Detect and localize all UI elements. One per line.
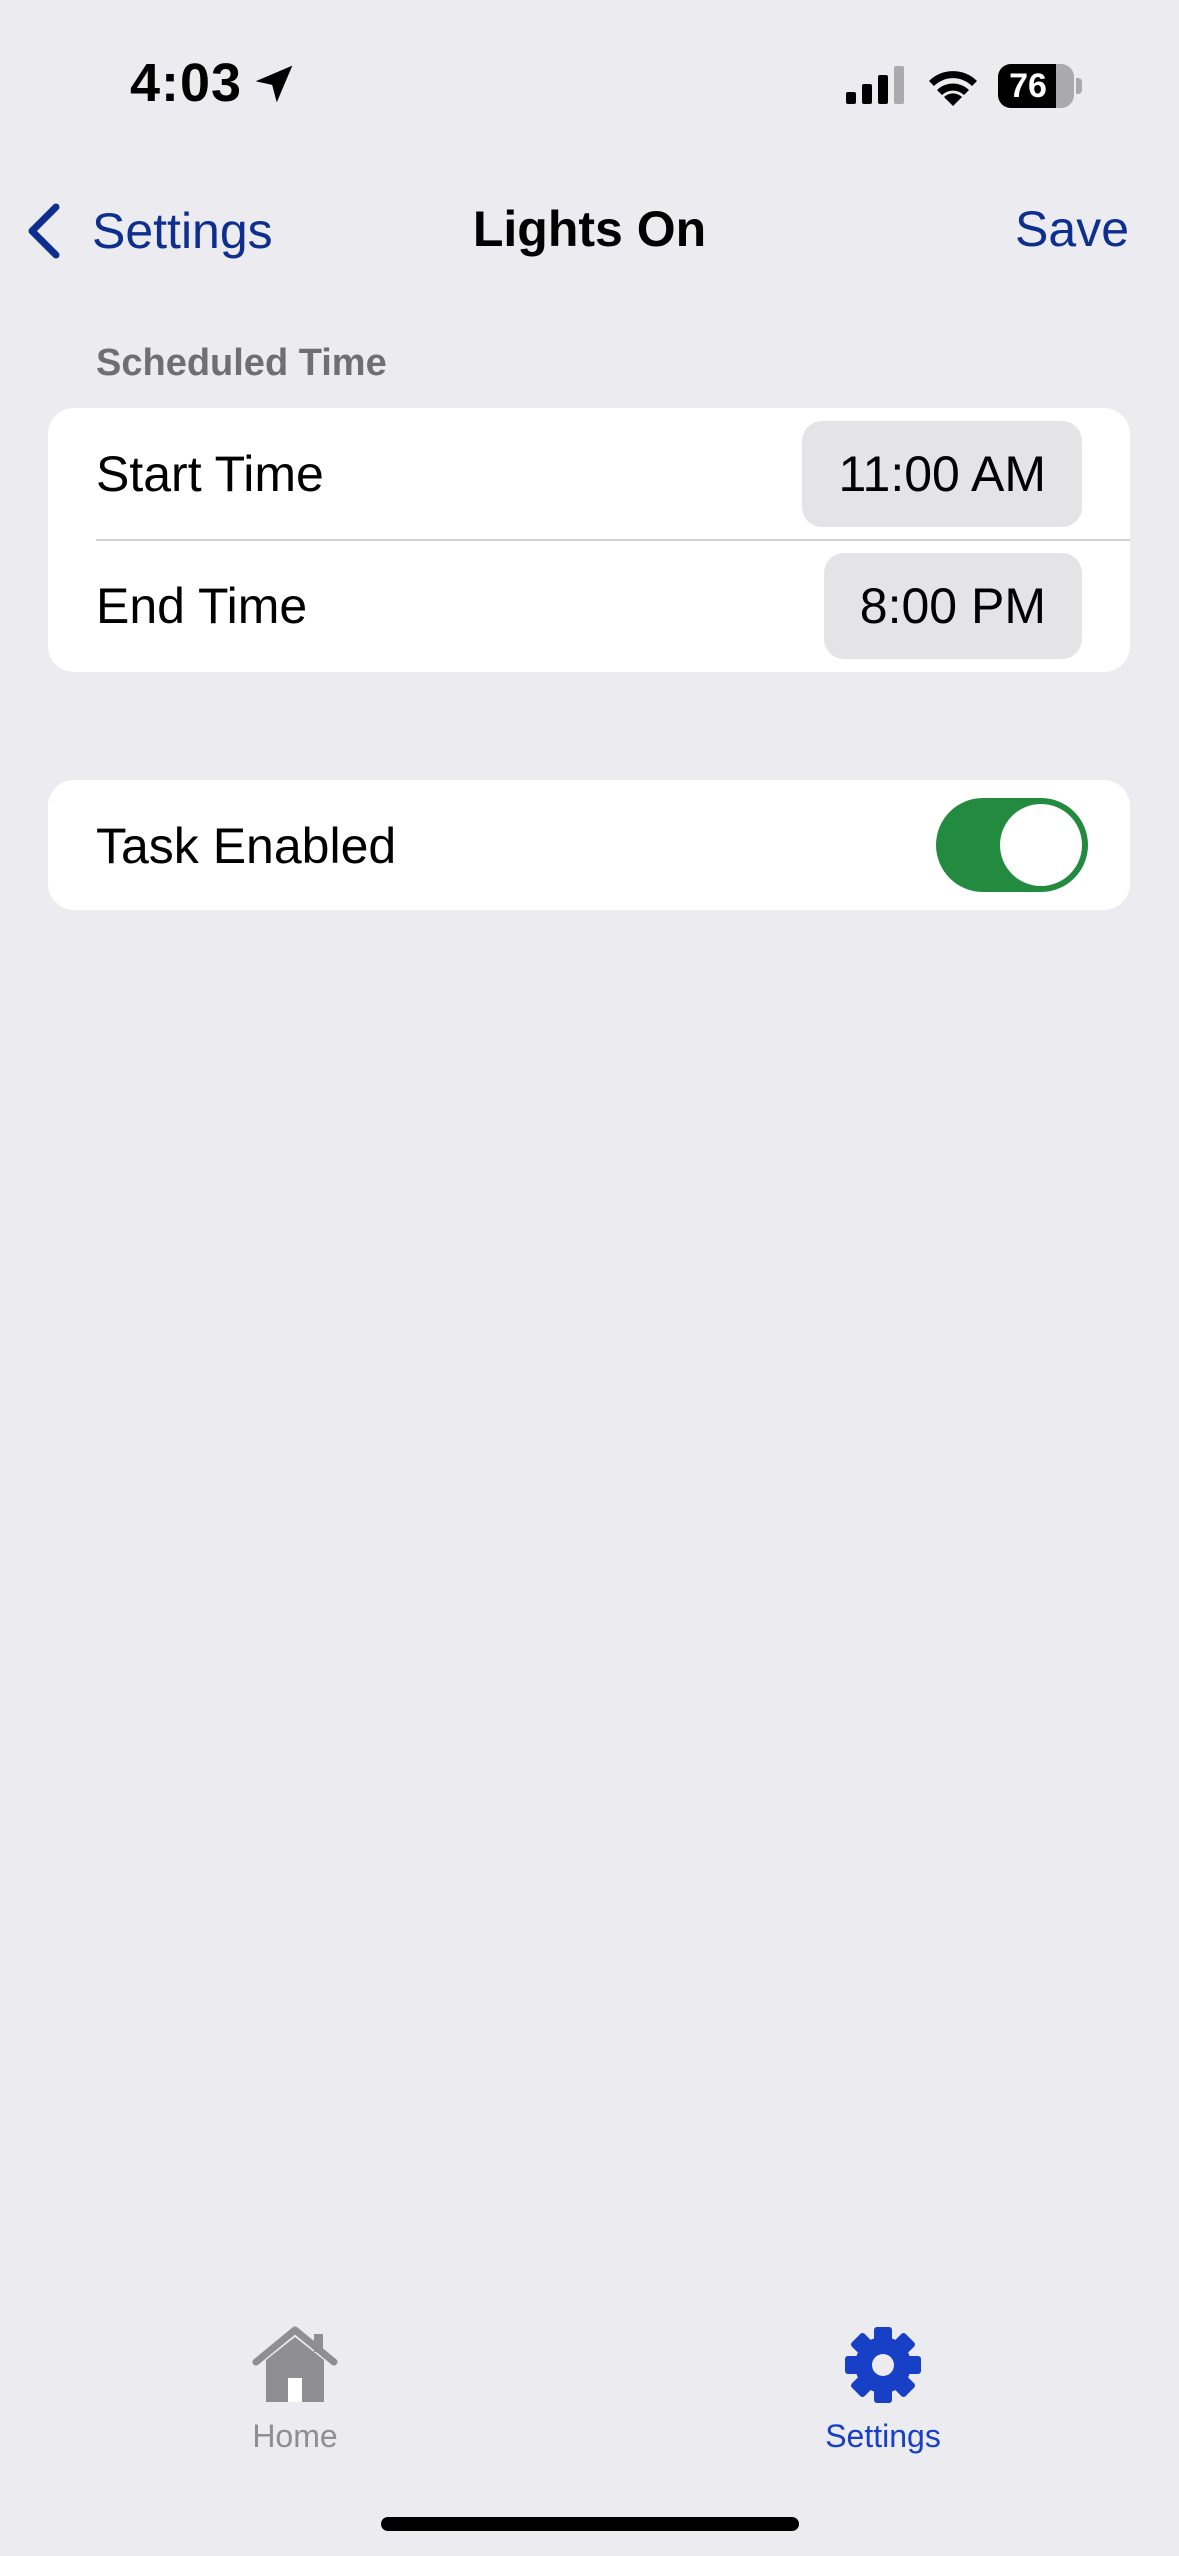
signal-icon	[846, 66, 904, 104]
section-header-scheduled-time: Scheduled Time	[96, 342, 387, 384]
page-title: Lights On	[472, 201, 707, 257]
start-time-row: Start Time 11:00 AM	[48, 408, 1130, 541]
toggle-knob	[1000, 804, 1082, 886]
battery-level: 76	[1009, 67, 1047, 105]
end-time-row: End Time 8:00 PM	[48, 540, 1130, 672]
tab-home-label: Home	[252, 2418, 338, 2454]
status-bar: 4:03 76	[0, 0, 1179, 150]
end-time-picker[interactable]: 8:00 PM	[823, 553, 1082, 659]
schedule-group: Start Time 11:00 AM End Time 8:00 PM	[48, 408, 1130, 672]
wifi-icon	[929, 71, 977, 106]
start-time-label: Start Time	[96, 446, 324, 502]
task-enabled-row: Task Enabled	[48, 780, 1130, 910]
tab-home[interactable]: Home	[165, 2322, 425, 2455]
home-icon	[252, 2326, 338, 2402]
home-indicator	[381, 2517, 799, 2531]
end-time-label: End Time	[96, 578, 308, 634]
save-button[interactable]: Save	[1015, 200, 1129, 258]
task-enabled-label: Task Enabled	[96, 818, 397, 874]
nav-bar: Settings Lights On Save	[0, 170, 1179, 290]
status-time: 4:03	[130, 53, 243, 113]
tab-settings-label: Settings	[825, 2418, 941, 2454]
start-time-picker[interactable]: 11:00 AM	[802, 421, 1082, 527]
task-group: Task Enabled	[48, 780, 1130, 910]
tab-settings[interactable]: Settings	[753, 2322, 1013, 2455]
location-arrow-icon	[255, 65, 293, 103]
task-enabled-toggle[interactable]	[936, 798, 1088, 892]
battery-icon: 76	[998, 64, 1082, 108]
gear-icon	[845, 2327, 921, 2403]
